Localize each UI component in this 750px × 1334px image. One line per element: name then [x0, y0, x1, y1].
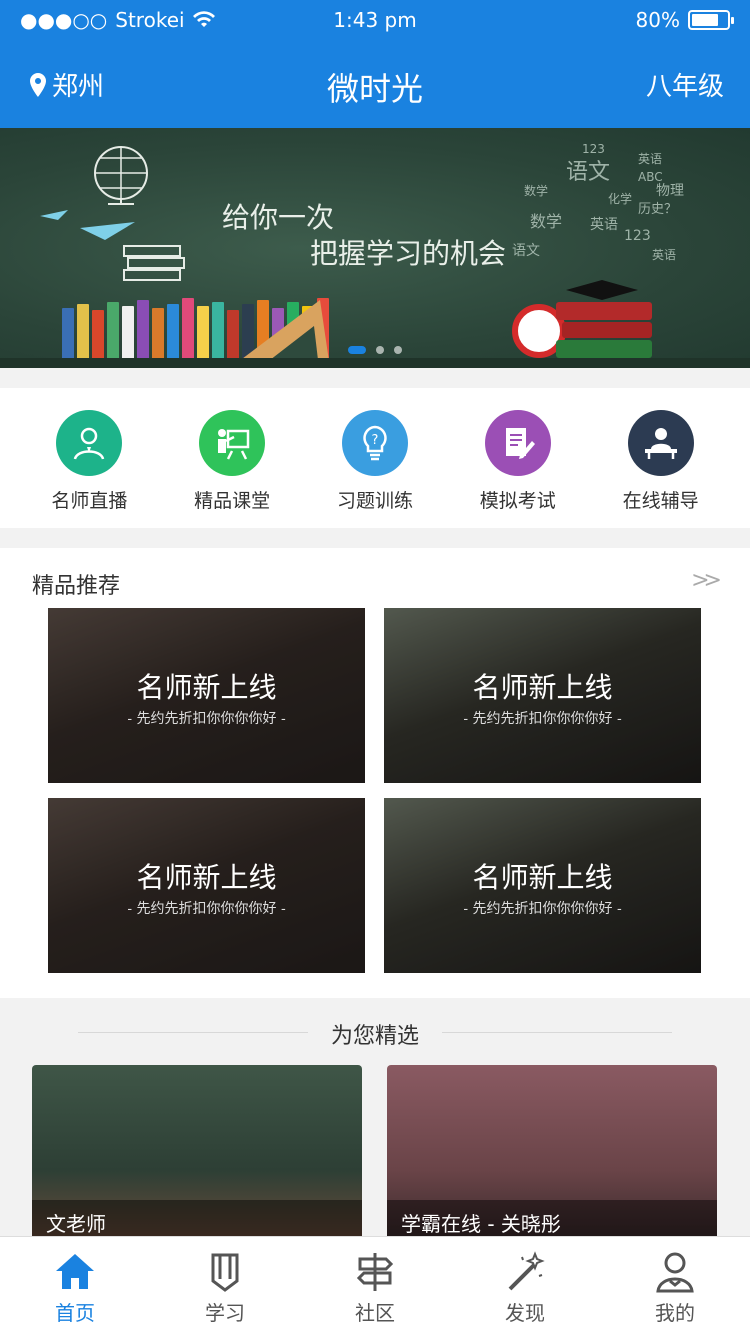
lightbulb-icon: ? — [341, 410, 408, 476]
carousel-indicators — [0, 346, 750, 354]
tab-label: 学习 — [205, 1301, 245, 1325]
quick-menu: 名师直播 精品课堂? 习题训练 模拟考试 在线辅导 — [0, 388, 750, 528]
card-subtitle: - 先约先折扣你你你你好 - — [463, 901, 622, 917]
quick-menu-label: 习题训练 — [336, 490, 413, 512]
card-subtitle: - 先约先折扣你你你你好 - — [127, 711, 286, 727]
tab-magic-wand[interactable]: 发现 — [450, 1237, 600, 1334]
tab-bar: 首页 学习 社区 发现 我的 — [0, 1236, 750, 1334]
magic-wand-icon — [502, 1249, 548, 1295]
card-subtitle: - 先约先折扣你你你你好 - — [463, 711, 622, 727]
desk-edge — [0, 358, 750, 368]
quick-menu-item[interactable]: 在线辅导 — [601, 410, 721, 528]
user-icon — [652, 1249, 698, 1295]
quick-menu-item[interactable]: 名师直播 — [29, 410, 149, 528]
subject-word: 英语 — [590, 217, 618, 233]
quick-menu-label: 模拟考试 — [479, 490, 556, 512]
banner-line-2: 把握学习的机会 — [310, 237, 507, 270]
double-chevron-right-icon[interactable]: >> — [691, 568, 722, 593]
tab-label: 社区 — [355, 1301, 395, 1325]
banner-carousel[interactable]: 给你一次 把握学习的机会 123 语文 英语 ABC 数学 化学 物理 历史？ 数学 英语 123 语… — [0, 128, 750, 368]
card-subtitle: - 先约先折扣你你你你好 - — [127, 901, 286, 917]
card-title: 名师新上线 — [136, 671, 277, 704]
subject-word: 数学 — [530, 212, 563, 231]
foryou-caption: 学霸在线 - 关晓彤 — [387, 1200, 717, 1240]
card-title: 名师新上线 — [472, 671, 613, 704]
recommend-section: 精品推荐 >> 名师新上线 - 先约先折扣你你你你好 - 名师新上线 - 先约先… — [0, 548, 750, 998]
card-title: 名师新上线 — [136, 861, 277, 894]
card-title: 名师新上线 — [472, 861, 613, 894]
banner-line-1: 给你一次 — [222, 201, 335, 234]
home-icon — [52, 1249, 98, 1295]
app-header: ●●●○○ Strokei 1:43 pm 80% 郑州 微时光 八年级 — [0, 0, 750, 128]
subject-word: 123 — [624, 228, 651, 244]
tab-user[interactable]: 我的 — [600, 1237, 750, 1334]
tab-label: 发现 — [505, 1301, 545, 1325]
foryou-card[interactable]: 文老师 — [32, 1065, 362, 1240]
svg-text:?: ? — [372, 433, 379, 448]
recommend-card[interactable]: 名师新上线 - 先约先折扣你你你你好 - — [384, 608, 701, 783]
pencil-icon — [202, 1249, 248, 1295]
exam-icon — [484, 410, 551, 476]
battery-icon — [688, 10, 734, 30]
recommend-card[interactable]: 名师新上线 - 先约先折扣你你你你好 - — [48, 608, 365, 783]
classroom-icon — [199, 410, 266, 476]
carousel-dot[interactable] — [394, 346, 402, 354]
carousel-dot[interactable] — [348, 346, 366, 354]
recommend-card[interactable]: 名师新上线 - 先约先折扣你你你你好 - — [384, 798, 701, 973]
recommend-title: 精品推荐 — [32, 574, 121, 599]
tutor-icon — [627, 410, 694, 476]
nav-bar: 郑州 微时光 八年级 — [0, 56, 750, 112]
quick-menu-label: 精品课堂 — [194, 490, 271, 512]
subject-word: 物理 — [656, 183, 684, 199]
page-title: 微时光 — [326, 70, 423, 108]
foryou-caption: 文老师 — [32, 1200, 362, 1240]
status-bar: ●●●○○ Strokei 1:43 pm 80% — [0, 0, 750, 40]
foryou-title: 为您精选 — [330, 1024, 419, 1049]
tab-pencil[interactable]: 学习 — [150, 1237, 300, 1334]
subject-word-cloud: 123 语文 英语 ABC 数学 化学 物理 历史？ 数学 英语 123 语文 英语 — [490, 142, 710, 282]
quick-menu-item[interactable]: 精品课堂 — [172, 410, 292, 528]
grade-selector[interactable]: 八年级 — [646, 66, 724, 103]
tab-signpost[interactable]: 社区 — [300, 1237, 450, 1334]
subject-word: 语文 — [566, 160, 611, 185]
quick-menu-label: 在线辅导 — [622, 490, 699, 512]
tab-label: 我的 — [655, 1301, 695, 1325]
quick-menu-item[interactable]: ? 习题训练 — [315, 410, 435, 528]
status-right: 80% — [635, 8, 734, 32]
foryou-card[interactable]: 学霸在线 - 关晓彤 — [387, 1065, 717, 1240]
subject-word: 语文 — [512, 243, 540, 259]
subject-word: 英语 — [652, 248, 677, 262]
quick-menu-label: 名师直播 — [51, 490, 128, 512]
battery-percent: 80% — [635, 8, 680, 32]
signpost-icon — [352, 1249, 398, 1295]
subject-word: 英语 — [638, 152, 663, 166]
subject-word: 化学 — [608, 192, 633, 206]
quick-menu-item[interactable]: 模拟考试 — [458, 410, 578, 528]
carousel-dot[interactable] — [376, 346, 384, 354]
tab-home[interactable]: 首页 — [0, 1237, 150, 1334]
subject-word: 历史？ — [638, 202, 678, 217]
recommend-card[interactable]: 名师新上线 - 先约先折扣你你你你好 - — [48, 798, 365, 973]
subject-word: 数学 — [524, 184, 549, 198]
teacher-icon — [56, 410, 123, 476]
tab-label: 首页 — [55, 1301, 95, 1325]
book-stack-doodle-icon — [123, 245, 185, 281]
